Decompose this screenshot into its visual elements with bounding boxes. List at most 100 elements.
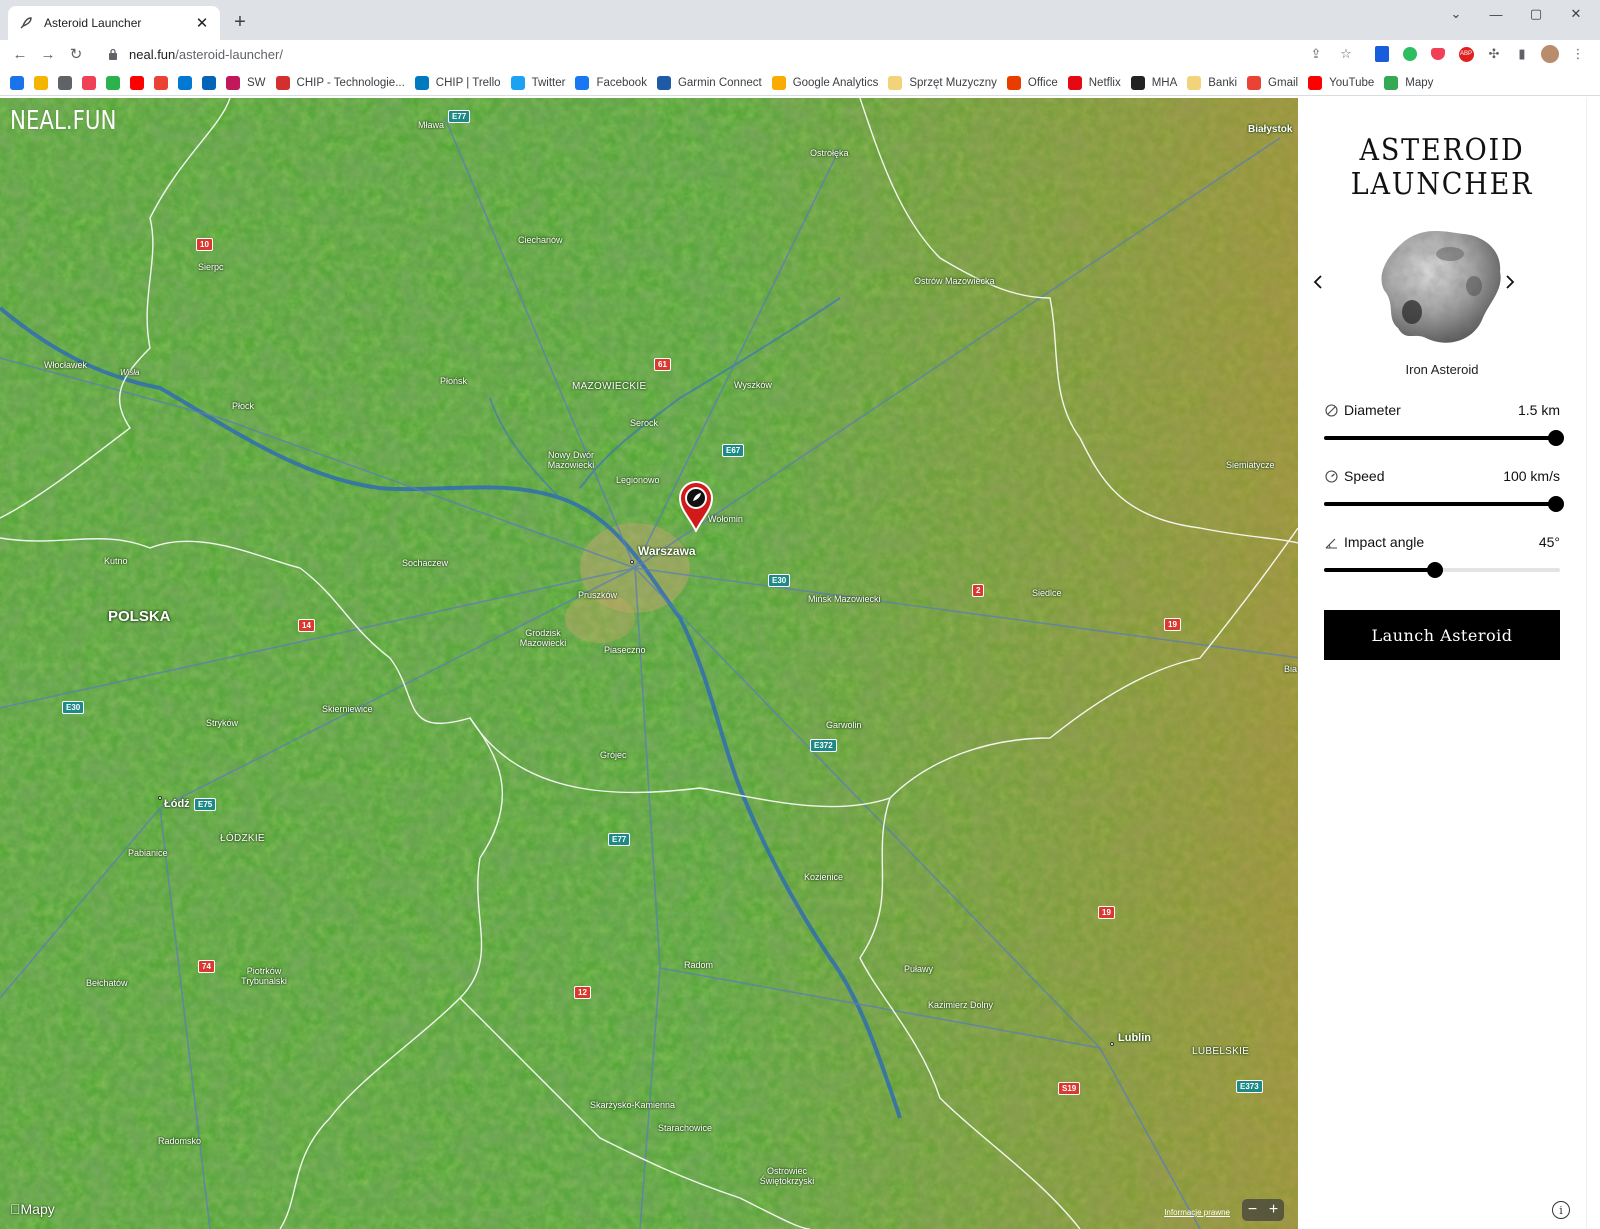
- extensions-puzzle-icon[interactable]: ✣: [1484, 44, 1504, 64]
- page-scrollbar[interactable]: [1586, 98, 1600, 1229]
- bookmark-label: Twitter: [531, 76, 566, 89]
- road-shield: E67: [722, 444, 745, 457]
- bookmark-item[interactable]: [106, 72, 120, 94]
- road-shield: E77: [608, 833, 631, 846]
- reload-icon[interactable]: ↻: [64, 42, 88, 66]
- tab-asteroid-launcher[interactable]: Asteroid Launcher ✕: [8, 6, 220, 40]
- region-label: ŁÓDZKIE: [220, 833, 265, 844]
- previous-asteroid-button[interactable]: [1306, 270, 1330, 294]
- bookmark-item[interactable]: SW: [226, 72, 266, 94]
- speed-slider[interactable]: [1324, 496, 1564, 512]
- launch-asteroid-button[interactable]: Launch Asteroid: [1324, 610, 1560, 660]
- kebab-menu-icon[interactable]: ⋮: [1568, 44, 1588, 64]
- angle-icon: [1324, 535, 1338, 549]
- city-label: Radomsko: [158, 1136, 202, 1146]
- impact-angle-control: Impact angle 45°: [1324, 533, 1560, 578]
- star-icon[interactable]: ☆: [1336, 44, 1356, 64]
- profile-avatar[interactable]: [1540, 44, 1560, 64]
- browser-toolbar: ← → ↻ neal.fun/asteroid-launcher/ ⇪ ☆ AB…: [0, 40, 1600, 68]
- feedly-icon: [106, 75, 120, 90]
- bookmark-item[interactable]: Office: [1006, 72, 1058, 94]
- asteroid-name: Iron Asteroid: [1405, 362, 1479, 377]
- city-label: Legionowo: [616, 475, 660, 485]
- city-label: Kozienice: [804, 872, 844, 882]
- keep-icon: [34, 75, 48, 90]
- road-shield: 74: [198, 960, 215, 973]
- impact-angle-slider[interactable]: [1324, 562, 1560, 578]
- bitwarden-extension-icon[interactable]: [1372, 44, 1392, 64]
- minimize-button[interactable]: —: [1476, 0, 1516, 28]
- neal-fun-logo[interactable]: NEAL.FUN: [10, 106, 116, 136]
- pocket-icon: [82, 75, 96, 90]
- share-icon[interactable]: ⇪: [1306, 44, 1326, 64]
- impact-location-pin[interactable]: [678, 480, 714, 532]
- zoom-out-button[interactable]: −: [1248, 1201, 1257, 1219]
- next-asteroid-button[interactable]: [1498, 270, 1522, 294]
- diameter-slider[interactable]: [1324, 430, 1564, 446]
- tab-search-icon[interactable]: ⌄: [1436, 0, 1476, 28]
- bookmark-item[interactable]: [10, 72, 24, 94]
- sw-icon: [226, 75, 240, 90]
- zoom-in-button[interactable]: +: [1269, 1201, 1278, 1219]
- bookmark-item[interactable]: CHIP - Technologie...: [275, 72, 405, 94]
- asteroid-control-panel: ASTEROID LAUNCHER Iron Asteroid Diameter…: [1298, 98, 1586, 1229]
- city-label: Włocławek: [44, 360, 88, 370]
- maximize-button[interactable]: ▢: [1516, 0, 1556, 28]
- bookmark-item[interactable]: Gmail: [1247, 72, 1298, 94]
- zoom-controls: − +: [1242, 1199, 1284, 1221]
- office-icon: [1006, 75, 1021, 90]
- adblock-extension-icon[interactable]: ABP: [1456, 44, 1476, 64]
- bookmark-item[interactable]: [202, 72, 216, 94]
- diameter-slider-thumb[interactable]: [1548, 430, 1564, 446]
- window-close-button[interactable]: ✕: [1556, 0, 1596, 28]
- chip-icon: [275, 75, 290, 90]
- city-label: Pabianice: [128, 848, 168, 858]
- city-label: Sochaczew: [402, 558, 449, 568]
- bookmark-item[interactable]: Google Analytics: [771, 72, 878, 94]
- bookmark-item[interactable]: Twitter: [510, 72, 566, 94]
- info-icon[interactable]: i: [1552, 1201, 1570, 1219]
- bookmark-item[interactable]: Garmin Connect: [656, 72, 762, 94]
- impact-map[interactable]: NEAL.FUN POLSKA MAZOWIECKIE ŁÓDZKIE LUBE…: [0, 98, 1298, 1229]
- netflix-icon: [1067, 75, 1082, 90]
- city-label: Garwolin: [826, 720, 862, 730]
- tab-strip: Asteroid Launcher ✕ + ⌄ — ▢ ✕: [0, 0, 1600, 40]
- bookmark-item[interactable]: Mapy: [1384, 72, 1433, 94]
- city-label: Puławy: [904, 964, 934, 974]
- new-tab-button[interactable]: +: [228, 10, 252, 34]
- city-label: Pruszków: [578, 590, 618, 600]
- city-label: Kutno: [104, 556, 128, 566]
- city-label: Sierpc: [198, 262, 224, 272]
- close-tab-icon[interactable]: ✕: [194, 15, 210, 32]
- address-bar[interactable]: neal.fun/asteroid-launcher/: [100, 41, 1356, 67]
- pocket-extension-icon[interactable]: [1428, 44, 1448, 64]
- city-label: Bełchatów: [86, 978, 128, 988]
- city-label: Piaseczno: [604, 645, 646, 655]
- bookmark-item[interactable]: Sprzęt Muzyczny: [888, 72, 997, 94]
- city-label: Skarżysko-Kamienna: [590, 1100, 676, 1110]
- speed-slider-thumb[interactable]: [1548, 496, 1564, 512]
- bookmark-label: Office: [1027, 76, 1058, 89]
- legal-link[interactable]: Informacje prawne: [1164, 1208, 1230, 1217]
- url-text: neal.fun/asteroid-launcher/: [129, 46, 283, 62]
- bookmark-item[interactable]: YouTube: [1308, 72, 1374, 94]
- bookmark-item[interactable]: Netflix: [1067, 72, 1121, 94]
- evernote-extension-icon[interactable]: [1400, 44, 1420, 64]
- bookmark-item[interactable]: [82, 72, 96, 94]
- bookmark-item[interactable]: [178, 72, 192, 94]
- impact-angle-slider-thumb[interactable]: [1427, 562, 1444, 578]
- bookmark-item[interactable]: CHIP | Trello: [414, 72, 501, 94]
- back-arrow-icon[interactable]: ←: [8, 42, 32, 66]
- bookmark-item[interactable]: [34, 72, 48, 94]
- forward-arrow-icon[interactable]: →: [36, 42, 60, 66]
- bookmark-label: Sprzęt Muzyczny: [909, 76, 997, 89]
- bookmark-item[interactable]: MHA: [1130, 72, 1177, 94]
- bookmark-item[interactable]: Banki: [1187, 72, 1237, 94]
- side-panel-icon[interactable]: ▮: [1512, 44, 1532, 64]
- bookmark-item[interactable]: [58, 72, 72, 94]
- bookmark-item[interactable]: [130, 72, 144, 94]
- city-label: Ciechanów: [518, 235, 563, 245]
- bookmark-item[interactable]: [154, 72, 168, 94]
- road-shield: 14: [298, 619, 315, 632]
- bookmark-item[interactable]: Facebook: [575, 72, 647, 94]
